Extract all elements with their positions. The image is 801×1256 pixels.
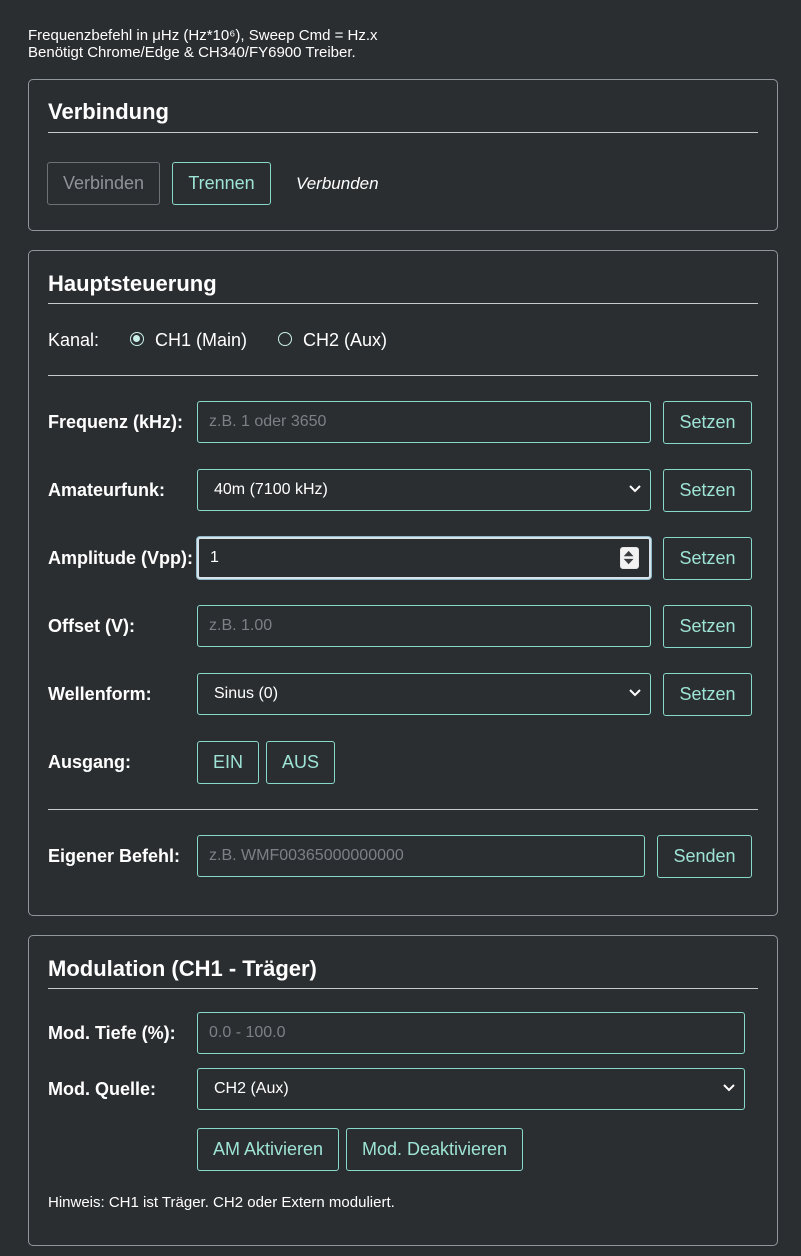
ch2-radio-label[interactable]: CH2 (Aux) [303, 330, 387, 351]
modulation-hint: Hinweis: CH1 ist Träger. CH2 oder Extern… [48, 1194, 395, 1211]
connection-status: Verbunden [296, 174, 379, 193]
main-control-title: Hauptsteuerung [48, 271, 217, 296]
offset-input[interactable]: z.B. 1.00 [197, 605, 651, 647]
frequency-set-button[interactable]: Setzen [663, 401, 752, 444]
mod-depth-label: Mod. Tiefe (%): [48, 1023, 176, 1043]
frequency-placeholder: z.B. 1 oder 3650 [209, 413, 327, 430]
amplitude-set-button[interactable]: Setzen [663, 537, 752, 580]
ham-band-label: Amateurfunk: [48, 480, 166, 500]
modulation-title-divider [48, 988, 758, 989]
spinner-arrows-icon [623, 550, 634, 565]
main-control-card: Hauptsteuerung Kanal: CH1 (Main) CH2 (Au… [28, 250, 778, 916]
amplitude-spinner[interactable] [620, 547, 639, 569]
connection-card: Verbindung Verbinden Trennen Verbunden [28, 79, 778, 231]
intro-text: Frequenzbefehl in μHz (Hz*10⁶), Sweep Cm… [28, 27, 378, 61]
ham-band-select[interactable]: 40m (7100 kHz) [197, 469, 651, 511]
chevron-down-icon [629, 689, 641, 697]
mod-source-label: Mod. Quelle: [48, 1079, 156, 1099]
chevron-down-icon [723, 1084, 735, 1092]
ham-band-value: 40m (7100 kHz) [214, 481, 328, 498]
frequency-label: Frequenz (kHz): [48, 412, 183, 432]
am-enable-button[interactable]: AM Aktivieren [197, 1128, 339, 1171]
connection-title: Verbindung [48, 99, 169, 124]
custom-command-send-button[interactable]: Senden [657, 835, 752, 878]
mod-source-value: CH2 (Aux) [214, 1080, 289, 1097]
custom-command-placeholder: z.B. WMF00365000000000 [209, 847, 404, 864]
output-on-button[interactable]: EIN [197, 741, 259, 784]
waveform-set-button[interactable]: Setzen [663, 673, 752, 716]
amplitude-input[interactable]: 1 [197, 537, 651, 579]
offset-placeholder: z.B. 1.00 [209, 617, 273, 634]
output-label: Ausgang: [48, 752, 131, 772]
channel-divider [48, 375, 758, 376]
connect-button[interactable]: Verbinden [47, 162, 160, 205]
channel-label: Kanal: [48, 330, 100, 350]
intro-line-frequency: Frequenzbefehl in μHz (Hz*10⁶), Sweep Cm… [28, 27, 378, 44]
modulation-card: Modulation (CH1 - Träger) Mod. Tiefe (%)… [28, 935, 778, 1246]
frequency-input[interactable]: z.B. 1 oder 3650 [197, 401, 651, 443]
mod-depth-input[interactable]: 0.0 - 100.0 [197, 1012, 745, 1054]
output-off-button[interactable]: AUS [266, 741, 335, 784]
modulation-title: Modulation (CH1 - Träger) [48, 956, 317, 981]
ch2-radio[interactable] [278, 332, 292, 346]
ch1-radio[interactable] [130, 332, 144, 346]
chevron-down-icon [629, 485, 641, 493]
waveform-value: Sinus (0) [214, 685, 279, 702]
offset-label: Offset (V): [48, 616, 135, 636]
ch1-radio-label[interactable]: CH1 (Main) [155, 330, 247, 351]
custom-command-divider [48, 809, 758, 810]
mod-source-select[interactable]: CH2 (Aux) [197, 1068, 745, 1110]
amplitude-value: 1 [210, 549, 219, 566]
offset-set-button[interactable]: Setzen [663, 605, 752, 648]
main-control-title-divider [48, 303, 758, 304]
intro-line-requirements: Benötigt Chrome/Edge & CH340/FY6900 Trei… [28, 44, 356, 61]
waveform-label: Wellenform: [48, 684, 152, 704]
connection-divider [48, 132, 758, 133]
disconnect-button[interactable]: Trennen [172, 162, 271, 205]
mod-depth-placeholder: 0.0 - 100.0 [209, 1024, 286, 1041]
custom-command-input[interactable]: z.B. WMF00365000000000 [197, 835, 645, 877]
amplitude-label: Amplitude (Vpp): [48, 548, 193, 568]
ham-band-set-button[interactable]: Setzen [663, 469, 752, 512]
mod-disable-button[interactable]: Mod. Deaktivieren [346, 1128, 523, 1171]
custom-command-label: Eigener Befehl: [48, 846, 181, 866]
waveform-select[interactable]: Sinus (0) [197, 673, 651, 715]
